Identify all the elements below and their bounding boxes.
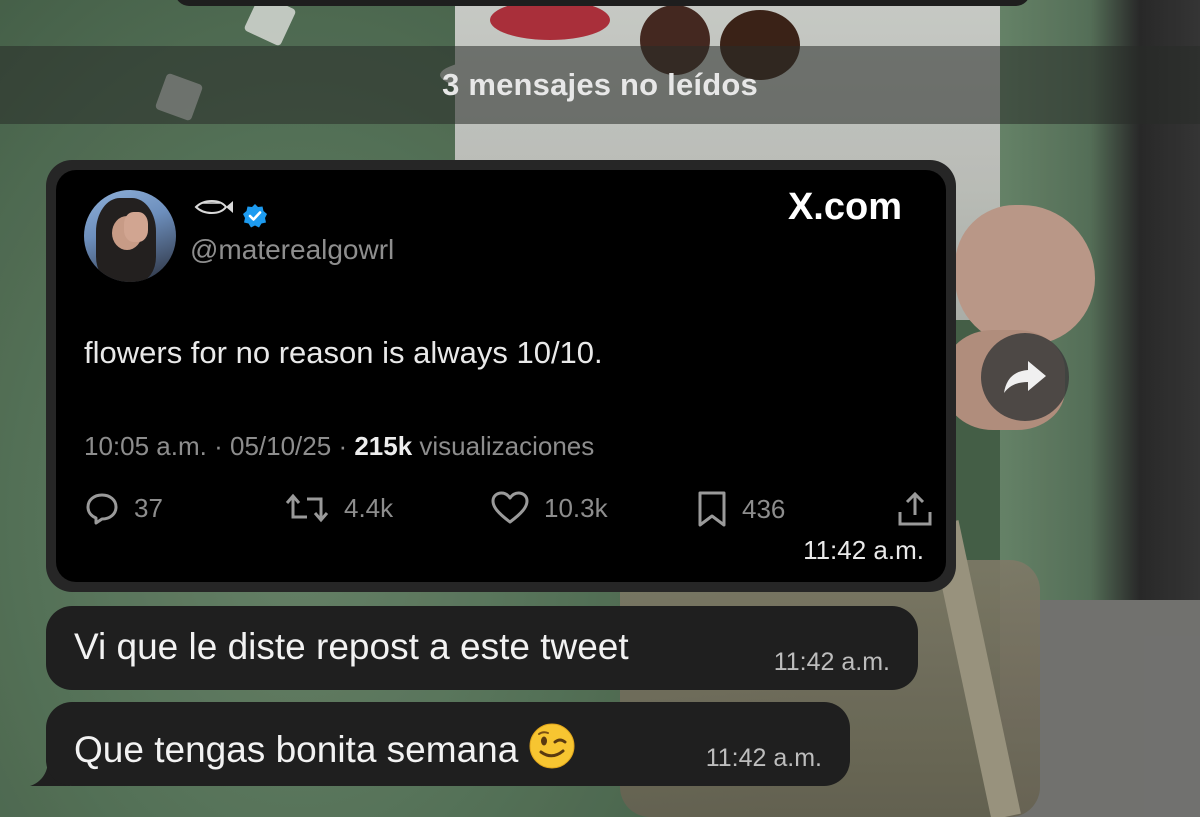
tweet-actions: 37 4.4k 10.3k 436 (84, 490, 936, 530)
verified-badge-icon (243, 204, 267, 228)
message-bubble[interactable]: Que tengas bonita semana 11:42 a.m. (46, 702, 850, 786)
message-time: 11:42 a.m. (803, 535, 924, 565)
message-bubble[interactable]: Vi que le diste repost a este tweet 11:4… (46, 606, 918, 690)
unread-banner-text: 3 mensajes no leídos (442, 67, 758, 102)
views-label: visualizaciones (419, 431, 595, 461)
reply-icon (86, 493, 118, 525)
fish-icon (194, 200, 233, 214)
tweet-text: flowers for no reason is always 10/10. (84, 335, 603, 370)
message-text: Vi que le diste repost a este tweet (74, 626, 629, 667)
bookmark-count: 436 (742, 493, 786, 524)
previous-message-bubble[interactable] (175, 0, 1030, 6)
share-icon (898, 491, 932, 526)
forward-arrow-icon (1004, 361, 1046, 393)
winking-face-emoji-icon (529, 723, 575, 769)
repost-count: 4.4k (344, 492, 394, 523)
source-label[interactable]: X.com (788, 186, 902, 229)
tweet-time: 10:05 a.m. (84, 431, 207, 461)
forward-button[interactable] (981, 333, 1069, 421)
repost-action[interactable]: 4.4k (284, 490, 393, 526)
like-count: 10.3k (544, 492, 608, 523)
avatar[interactable] (84, 190, 176, 282)
share-action[interactable] (896, 490, 948, 528)
message-text: Que tengas bonita semana (74, 729, 519, 770)
repost-icon (285, 493, 329, 523)
views-count: 215k (354, 431, 413, 461)
heart-icon (491, 491, 529, 524)
message-time: 11:42 a.m. (705, 744, 822, 772)
like-action[interactable]: 10.3k (490, 490, 608, 526)
tweet-handle: @materealgowrl (190, 234, 395, 265)
bookmark-icon (698, 491, 726, 527)
message-time: 11:42 a.m. (773, 648, 890, 676)
bookmark-action[interactable]: 436 (696, 490, 785, 528)
unread-messages-banner: 3 mensajes no leídos (0, 46, 1200, 124)
tweet-card[interactable]: @materealgowrl X.com flowers for no reas… (56, 170, 946, 582)
tweet-message-bubble[interactable]: @materealgowrl X.com flowers for no reas… (46, 160, 956, 592)
tweet-date: 05/10/25 (229, 431, 332, 461)
reply-count: 37 (134, 492, 163, 523)
reply-action[interactable]: 37 (84, 490, 163, 526)
tweet-meta: 10:05 a.m. · 05/10/25 · 215k visualizaci… (84, 431, 595, 461)
message-text-wrap: Que tengas bonita semana (74, 722, 576, 771)
